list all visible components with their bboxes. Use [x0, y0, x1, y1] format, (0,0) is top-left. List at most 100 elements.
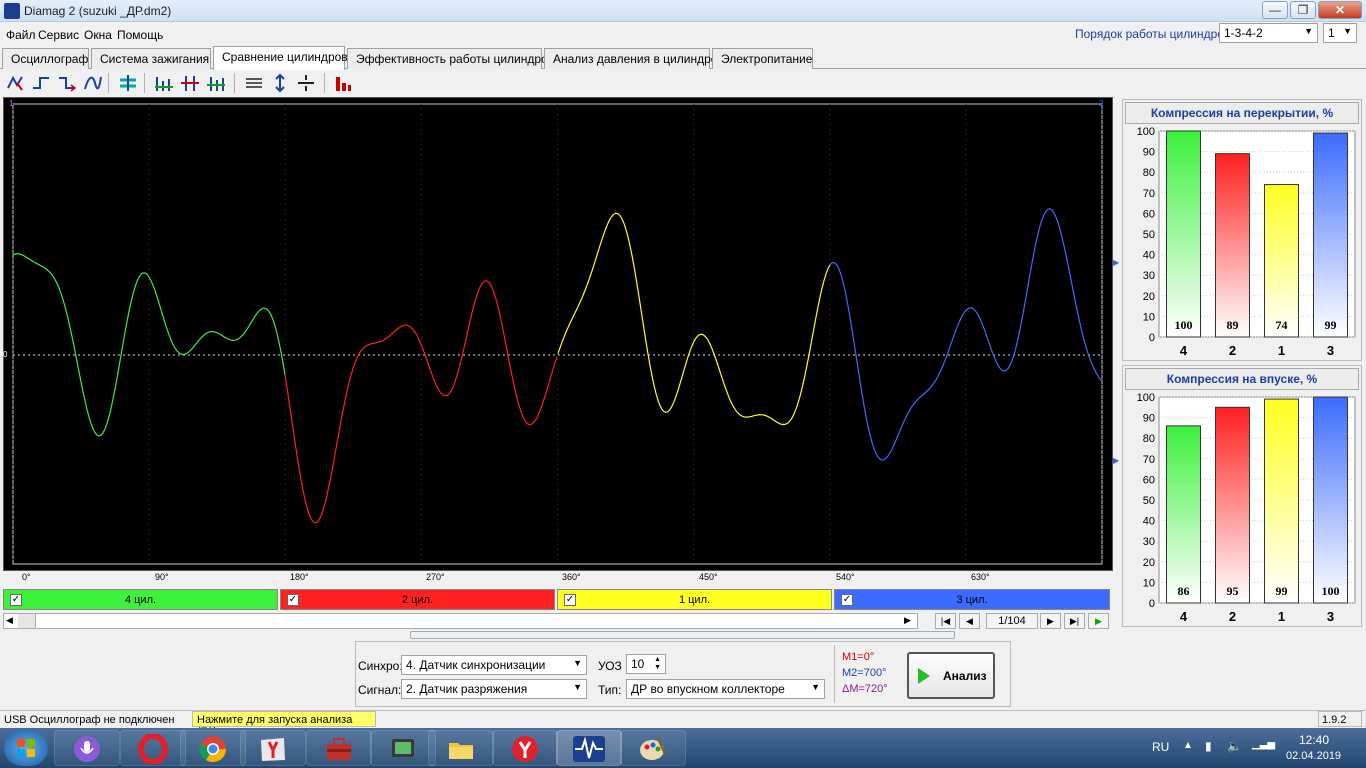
tab-power[interactable]: Электропитание	[712, 48, 813, 69]
battery-icon[interactable]: ▮	[1205, 739, 1212, 753]
clock-date[interactable]: 02.04.2019	[1286, 750, 1341, 762]
signal-select[interactable]: 2. Датчик разряжения ▼	[401, 679, 587, 699]
first-page-button[interactable]: |◀	[935, 613, 956, 629]
tab-oscilloscope[interactable]: Осциллограф	[2, 48, 89, 69]
bar-chart-icon[interactable]	[333, 73, 353, 93]
type-select[interactable]: ДР во впускном коллекторе ▼	[626, 679, 825, 699]
yandex-app-icon[interactable]	[492, 730, 558, 766]
channel-settings-icon[interactable]	[206, 73, 226, 93]
next-page-button[interactable]: ▶	[1040, 613, 1061, 629]
channel-cursor-icon[interactable]	[180, 73, 200, 93]
x-tick-label: 450°	[699, 572, 718, 582]
waveform-icon[interactable]	[118, 73, 138, 93]
network-icon[interactable]: ▁▃▅	[1252, 739, 1275, 750]
diamag-app-icon[interactable]	[556, 730, 622, 766]
x-tick-label: 270°	[426, 572, 445, 582]
y-tick-label: 100	[1137, 126, 1155, 138]
horizontal-scrollbar[interactable]: ◀ ▶	[3, 613, 918, 629]
toolbox-app-icon[interactable]	[306, 730, 372, 766]
cursor-m1-marker[interactable]: 1	[9, 99, 13, 108]
vertical-scale-icon[interactable]	[270, 73, 290, 93]
start-button[interactable]	[4, 730, 48, 766]
uoz-spinner[interactable]: 10 ▲ ▼	[626, 654, 666, 674]
analyze-button[interactable]: Анализ	[907, 652, 995, 699]
cursor-select-icon[interactable]	[5, 73, 25, 93]
chevron-down-icon: ▼	[573, 682, 582, 692]
x-tick-label: 540°	[836, 572, 855, 582]
taskbar: RU ▲ ▮ 🔈 ▁▃▅ 12:40 02.04.2019	[0, 728, 1366, 768]
signal-label: Сигнал:	[358, 683, 402, 697]
chevron-down-icon: ▼	[1304, 26, 1313, 36]
y-tick-label: 10	[1143, 577, 1155, 589]
play-icon	[918, 668, 930, 684]
curve-icon[interactable]	[83, 73, 103, 93]
bar-2	[1215, 153, 1250, 338]
tablet-app-icon[interactable]	[370, 730, 436, 766]
clock-time[interactable]: 12:40	[1299, 733, 1329, 747]
chevron-down-icon: ▼	[811, 682, 820, 692]
spin-arrows-icon[interactable]: ▲ ▼	[654, 656, 661, 672]
splitter-right-icon[interactable]: ▶	[1113, 258, 1119, 267]
firing-order-spin-value: 1	[1328, 26, 1335, 40]
scroll-thumb[interactable]	[18, 614, 36, 628]
y-tick-label: 90	[1143, 413, 1155, 425]
bar-4	[1166, 425, 1201, 604]
y-tick-label: 20	[1143, 557, 1155, 569]
yandex-browser-app-icon[interactable]	[240, 730, 306, 766]
menu-service[interactable]: Сервис	[38, 28, 79, 42]
tab-pressure-analysis[interactable]: Анализ давления в цилиндре	[544, 48, 717, 69]
menu-bar: Файл Сервис Окна Помощь Порядок работы ц…	[0, 22, 1366, 46]
bar-value-label: 95	[1227, 584, 1239, 598]
x-category-label: 1	[1278, 343, 1285, 358]
last-page-button[interactable]: ▶|	[1064, 613, 1085, 629]
add-channel-icon[interactable]	[154, 73, 174, 93]
scroll-right-icon[interactable]: ▶	[904, 615, 911, 626]
tab-cylinder-efficiency[interactable]: Эффективность работы цилиндров	[347, 48, 554, 69]
firing-order-select[interactable]: 1-3-4-2 ▼	[1219, 23, 1318, 43]
microphone-app-icon[interactable]	[54, 730, 120, 766]
firing-order-spin[interactable]: 1 ▼	[1323, 23, 1357, 43]
rising-edge-icon[interactable]	[31, 73, 51, 93]
tray-expand-icon[interactable]: ▲	[1183, 740, 1193, 751]
language-indicator[interactable]: RU	[1152, 740, 1169, 754]
scroll-left-icon[interactable]: ◀	[6, 615, 13, 626]
chrome-app-icon[interactable]	[180, 730, 246, 766]
opera-app-icon[interactable]	[120, 730, 186, 766]
marker-delta-readout: ΔM=720°	[842, 683, 888, 695]
window-title: Diamag 2 (suzuki _ДР.dm2)	[24, 4, 172, 18]
bar-value-label: 86	[1178, 584, 1190, 598]
y-tick-label: 0	[1149, 598, 1155, 610]
tab-cylinder-compare[interactable]: Сравнение цилиндров	[213, 46, 348, 70]
play-button[interactable]: ▶	[1088, 613, 1109, 629]
prev-page-button[interactable]: ◀	[959, 613, 980, 629]
paint-app-icon[interactable]	[620, 730, 686, 766]
cylinder-1-bar[interactable]: ✓ 1 цил.	[557, 589, 832, 610]
sync-select[interactable]: 4. Датчик синхронизации ▼	[401, 655, 587, 675]
falling-edge-icon[interactable]	[57, 73, 77, 93]
minimize-button[interactable]: —	[1262, 1, 1288, 19]
bar-value-label: 99	[1325, 318, 1337, 332]
oscilloscope-display[interactable]: 1 2 0	[3, 97, 1113, 571]
volume-icon[interactable]: 🔈	[1227, 739, 1242, 753]
cylinder-4-bar[interactable]: ✓ 4 цил.	[3, 589, 278, 610]
y-tick-label: 0	[1149, 332, 1155, 344]
file-explorer-app-icon[interactable]	[428, 730, 494, 766]
menu-help[interactable]: Помощь	[117, 28, 163, 42]
tab-ignition[interactable]: Система зажигания	[91, 48, 211, 69]
split-icon[interactable]	[296, 73, 316, 93]
close-button[interactable]: ✕	[1318, 1, 1362, 19]
cursor-m2-marker[interactable]: 2	[1099, 99, 1103, 108]
chevron-down-icon: ▼	[573, 658, 582, 668]
maximize-button[interactable]: ❐	[1290, 1, 1316, 19]
menu-windows[interactable]: Окна	[84, 28, 112, 42]
y-tick-label: 80	[1143, 167, 1155, 179]
cylinder-2-bar[interactable]: ✓ 2 цил.	[280, 589, 555, 610]
menu-file[interactable]: Файл	[6, 28, 36, 42]
type-value: ДР во впускном коллекторе	[631, 682, 785, 696]
splitter-handle[interactable]	[410, 631, 955, 639]
y-tick-label: 70	[1143, 454, 1155, 466]
splitter-right-icon[interactable]: ▶	[1113, 456, 1119, 465]
cylinder-3-bar[interactable]: ✓ 3 цил.	[834, 589, 1110, 610]
analysis-hint[interactable]: Нажмите для запуска анализа (F9)	[192, 711, 376, 738]
horizontal-lines-icon[interactable]	[244, 73, 264, 93]
